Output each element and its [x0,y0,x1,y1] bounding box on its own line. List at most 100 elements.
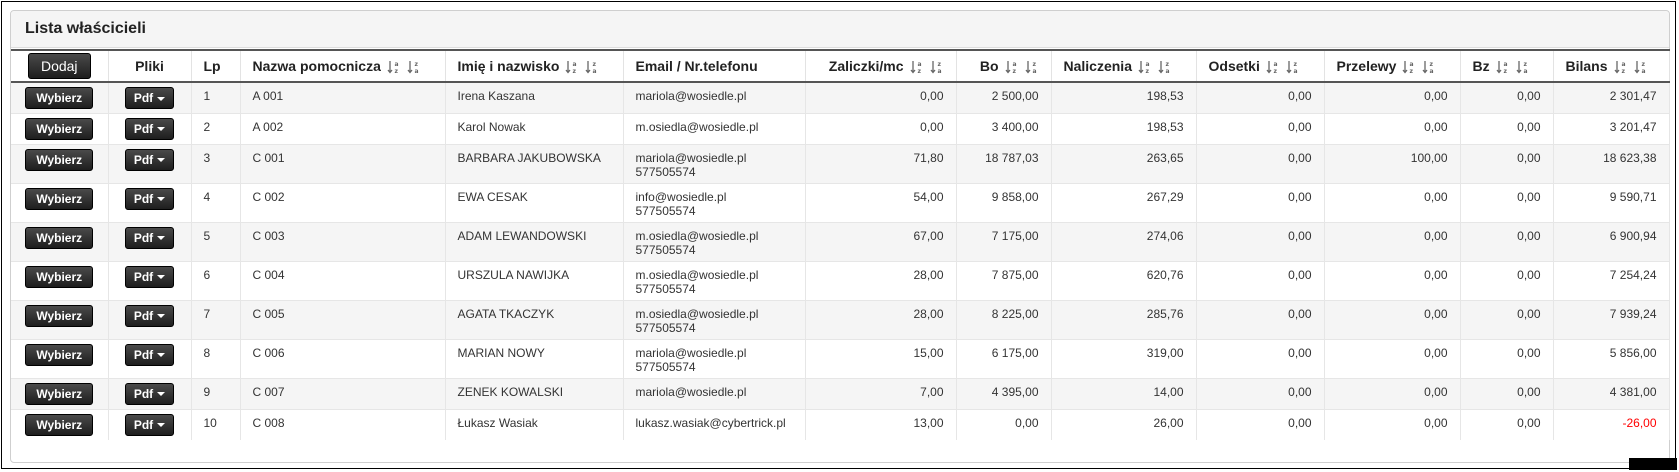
header-interest-label: Odsetki [1208,57,1260,74]
owners-panel: Lista właścicieli Dodaj Pliki Lp Nazwa p… [10,10,1670,463]
sort-asc-icon[interactable]: az [1004,60,1019,74]
pdf-dropdown-button[interactable]: Pdf [124,265,175,288]
files-cell: Pdf [108,338,192,378]
full-name-cell: MARIAN NOWY [445,338,624,378]
header-transfers[interactable]: Przelewy a z z a [1324,50,1461,82]
sort-asc-icon[interactable]: az [1614,60,1628,74]
select-cell: Wybierz [11,408,109,440]
select-button[interactable]: Wybierz [25,117,94,140]
sort-asc-icon[interactable]: az [909,60,924,74]
svg-text:z: z [394,68,398,74]
transfers-cell: 0,00 [1324,408,1461,440]
full-name-cell: ZENEK KOWALSKI [445,377,624,409]
select-button[interactable]: Wybierz [25,187,94,210]
svg-text:a: a [1273,61,1277,68]
select-cell: Wybierz [11,112,109,144]
sort-asc-icon[interactable]: az [1496,60,1510,74]
sort-desc-icon[interactable]: za [1422,60,1436,74]
bz-cell: 0,00 [1460,112,1554,144]
header-charges[interactable]: Naliczenia a z z a [1051,50,1197,82]
pdf-dropdown-button[interactable]: Pdf [124,187,175,210]
sort-asc-icon[interactable]: az [1266,60,1280,74]
select-button[interactable]: Wybierz [25,87,94,109]
email-text: lukasz.wasiak@cybertrick.pl [635,415,786,430]
header-bz-label: Bz [1472,57,1490,74]
pdf-dropdown-button[interactable]: Pdf [124,382,175,405]
files-cell: Pdf [108,299,192,339]
pdf-dropdown-button[interactable]: Pdf [124,117,175,140]
email-phone-cell: mariola@wosiedle.pl [623,377,806,409]
select-cell: Wybierz [11,143,109,183]
sort-desc-icon[interactable]: za [1024,60,1039,74]
sort-desc-icon[interactable]: za [1634,60,1648,74]
select-button[interactable]: Wybierz [25,148,94,171]
transfers-cell: 0,00 [1324,221,1461,261]
sort-asc-icon[interactable]: az [565,60,579,74]
header-aux-name[interactable]: Nazwa pomocnicza a z z a [240,50,446,82]
advance-cell: 28,00 [805,260,957,300]
files-cell: Pdf [108,408,192,440]
sort-asc-icon[interactable]: az [1138,60,1152,74]
svg-text:z: z [1523,61,1527,68]
bz-cell: 0,00 [1460,182,1554,222]
sort-desc-icon[interactable]: za [1286,60,1300,74]
pdf-dropdown-button[interactable]: Pdf [124,148,175,171]
balance-cell: 4 381,00 [1553,377,1670,409]
sort-desc-icon[interactable]: za [585,60,599,74]
balance-cell: -26,00 [1553,408,1670,440]
header-balance[interactable]: Bilans a z z a [1553,50,1670,82]
svg-text:z: z [1293,61,1297,68]
pdf-dropdown-button[interactable]: Pdf [124,304,175,327]
header-advance[interactable]: Zaliczki/mc a z z a [805,50,957,82]
header-full-name[interactable]: Imię i nazwisko a z z a [445,50,624,82]
charges-cell: 267,29 [1051,182,1197,222]
header-lp: Lp [191,50,241,82]
pdf-dropdown-button[interactable]: Pdf [124,226,175,249]
select-button[interactable]: Wybierz [25,304,94,327]
select-button[interactable]: Wybierz [25,226,94,249]
table-row: Wybierz Pdf 6 C 004 URSZULA NAWIJKA m.os… [11,260,1670,300]
sort-asc-icon[interactable]: az [387,60,401,74]
pdf-dropdown-button[interactable]: Pdf [124,343,175,366]
interest-cell: 0,00 [1196,408,1325,440]
table-row: Wybierz Pdf 9 C 007 ZENEK KOWALSKI mario… [11,377,1670,409]
svg-text:a: a [937,68,941,74]
select-button[interactable]: Wybierz [25,413,94,436]
select-button[interactable]: Wybierz [25,343,94,366]
svg-text:a: a [593,68,597,74]
lp-cell: 7 [191,299,241,339]
lp-cell: 1 [191,81,241,113]
header-interest[interactable]: Odsetki a z z a [1196,50,1325,82]
sort-desc-icon[interactable]: za [929,60,944,74]
full-name-cell: URSZULA NAWIJKA [445,260,624,300]
pdf-dropdown-button[interactable]: Pdf [124,87,175,109]
owners-table: Dodaj Pliki Lp Nazwa pomocnicza a z z a Imię… [11,49,1670,440]
add-button[interactable]: Dodaj [27,53,91,79]
aux-name-cell: C 003 [240,221,446,261]
select-button[interactable]: Wybierz [25,265,94,288]
header-bo[interactable]: Bo a z z a [956,50,1052,82]
pdf-dropdown-button[interactable]: Pdf [124,413,175,436]
advance-cell: 67,00 [805,221,957,261]
sort-desc-icon[interactable]: za [1516,60,1530,74]
interest-cell: 0,00 [1196,221,1325,261]
svg-text:z: z [1503,68,1507,74]
transfers-cell: 0,00 [1324,299,1461,339]
sort-desc-icon[interactable]: za [407,60,421,74]
select-cell: Wybierz [11,221,109,261]
advance-cell: 0,00 [805,112,957,144]
sort-desc-icon[interactable]: za [1158,60,1172,74]
full-name-cell: ADAM LEWANDOWSKI [445,221,624,261]
bo-cell: 4 395,00 [956,377,1052,409]
table-header-row: Dodaj Pliki Lp Nazwa pomocnicza a z z a Imię… [11,50,1670,82]
table-row: Wybierz Pdf 3 C 001 BARBARA JAKUBOWSKA m… [11,143,1670,183]
email-phone-cell: m.osiedla@wosiedle.pl 577505574 [623,221,806,261]
header-bz[interactable]: Bz a z z a [1460,50,1554,82]
sort-asc-icon[interactable]: az [1402,60,1416,74]
select-button[interactable]: Wybierz [25,382,94,405]
lp-cell: 3 [191,143,241,183]
svg-text:z: z [937,61,941,68]
transfers-cell: 0,00 [1324,338,1461,378]
advance-cell: 71,80 [805,143,957,183]
pdf-label: Pdf [133,121,154,136]
